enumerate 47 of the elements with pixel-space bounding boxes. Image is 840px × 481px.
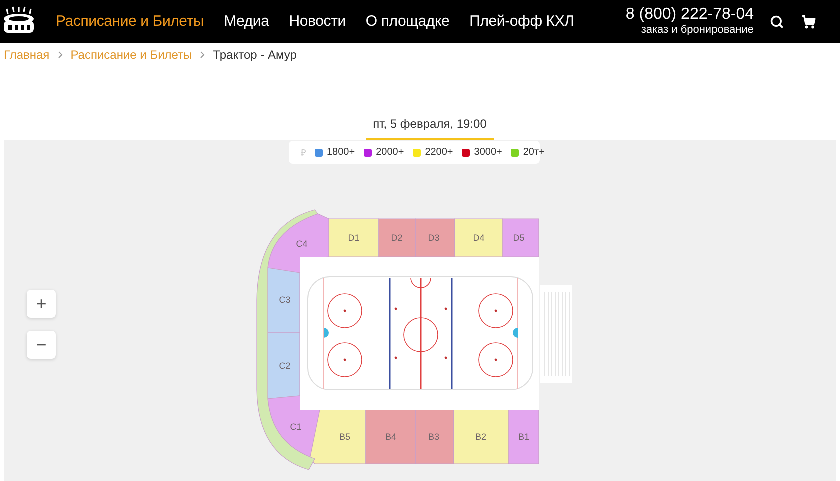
seat-sector[interactable] xyxy=(366,410,416,464)
chevron-icon xyxy=(200,51,206,59)
sector-label: B1 xyxy=(518,432,530,442)
search-icon[interactable] xyxy=(770,14,784,28)
sector-label: D5 xyxy=(513,233,525,243)
sector-label: D3 xyxy=(428,233,440,243)
chevron-icon xyxy=(58,51,63,59)
price-label: 3000+ xyxy=(474,147,502,158)
price-label: 2000+ xyxy=(376,147,404,158)
seat-sector[interactable] xyxy=(378,218,416,258)
sector-label: D4 xyxy=(473,233,485,243)
sector-label: B3 xyxy=(428,432,440,442)
zoom-in-button[interactable]: + xyxy=(27,290,56,318)
sector-label: B4 xyxy=(386,432,396,442)
sector-label: B5 xyxy=(340,432,350,442)
currency-sign: ₽ xyxy=(301,147,306,159)
sector-label: C4 xyxy=(296,239,308,249)
seat-sector[interactable] xyxy=(328,218,380,258)
sector-label: C1 xyxy=(290,422,302,432)
nav-link[interactable]: Новости xyxy=(289,13,346,30)
price-label: 20т+ xyxy=(523,147,545,158)
price-label: 1800+ xyxy=(327,147,356,158)
seat-sector[interactable] xyxy=(454,218,504,258)
phone-number: 8 (800) 222-78-04 xyxy=(626,6,754,24)
seat-sector[interactable] xyxy=(256,210,318,470)
sector-label: B2 xyxy=(476,432,486,442)
sector-label: C3 xyxy=(279,295,291,305)
seat-sector[interactable] xyxy=(508,410,540,464)
current-page-label: Трактор - Амур xyxy=(213,48,297,62)
seat-sector[interactable] xyxy=(268,268,300,334)
nav-link[interactable]: Плей-офф КХЛ xyxy=(470,13,574,30)
seat-sector[interactable] xyxy=(268,332,300,400)
seat-sector[interactable] xyxy=(416,410,454,464)
nav-link[interactable]: Медиа xyxy=(224,13,270,30)
zoom-out-button[interactable]: − xyxy=(27,331,56,359)
seat-sector[interactable] xyxy=(416,218,456,258)
seat-sector[interactable] xyxy=(454,410,510,464)
price-label: 2200+ xyxy=(425,147,454,158)
sector-label: D2 xyxy=(391,233,403,243)
sector-label: D1 xyxy=(348,233,360,243)
nav-link[interactable]: О площадке xyxy=(366,13,450,30)
nav-link[interactable]: Расписание и Билеты xyxy=(56,13,204,30)
cart-icon[interactable] xyxy=(802,14,816,28)
phone-caption: заказ и бронирование xyxy=(641,24,754,37)
sector-label: C2 xyxy=(279,361,291,371)
seat-sector[interactable] xyxy=(502,218,540,258)
seat-sector[interactable] xyxy=(268,214,330,274)
